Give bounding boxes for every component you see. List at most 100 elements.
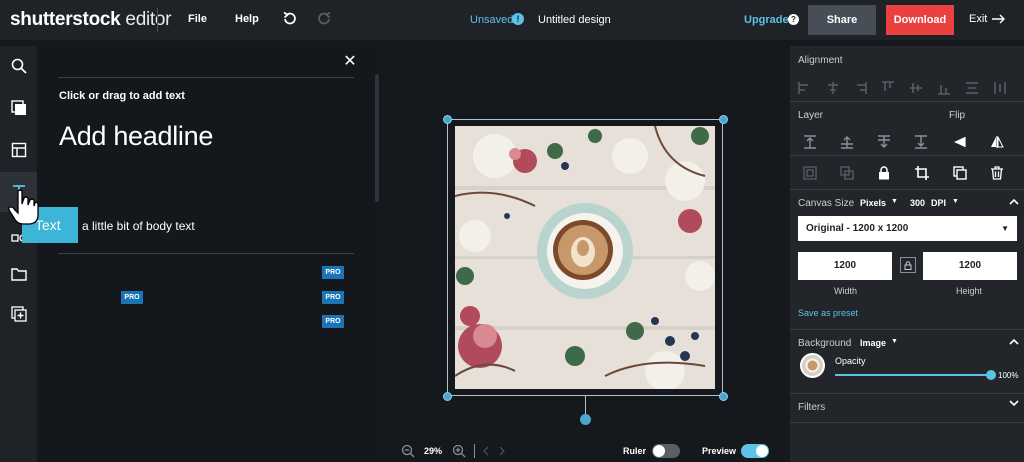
folder-icon	[10, 268, 27, 281]
align-left-icon[interactable]	[798, 81, 812, 95]
flip-title: Flip	[949, 110, 966, 121]
flip-horizontal-icon[interactable]	[953, 135, 967, 149]
file-menu[interactable]: File	[188, 13, 207, 25]
width-label: Width	[834, 286, 858, 296]
divider	[157, 8, 158, 32]
rotate-line	[585, 396, 586, 414]
distribute-vertical-icon[interactable]	[965, 81, 979, 95]
text-panel: ✕ Click or drag to add text Add headline…	[22, 46, 382, 462]
chevron-up-icon[interactable]	[1009, 197, 1019, 207]
divider	[790, 393, 1024, 394]
latte-thumbnail-image	[805, 358, 820, 373]
share-button[interactable]: Share	[808, 5, 876, 35]
app-logo[interactable]: shutterstock editor	[10, 9, 171, 31]
undo-icon[interactable]	[281, 10, 299, 28]
unit-select[interactable]: Pixels	[860, 198, 886, 208]
filters-title[interactable]: Filters	[798, 402, 825, 413]
rail-uploads[interactable]	[0, 254, 37, 294]
chevron-down-icon[interactable]: ▼	[891, 198, 898, 205]
exit-label: Exit	[969, 13, 988, 25]
flip-vertical-icon[interactable]	[990, 135, 1004, 149]
chevron-down-icon[interactable]	[1009, 398, 1019, 408]
resize-handle[interactable]	[719, 392, 728, 401]
align-top-icon[interactable]	[881, 81, 895, 95]
bring-forward-icon[interactable]	[840, 135, 854, 149]
resize-handle[interactable]	[443, 115, 452, 124]
background-thumbnail[interactable]	[800, 353, 825, 378]
resize-handle[interactable]	[719, 115, 728, 124]
design-name[interactable]: Untitled design	[538, 14, 611, 26]
rotate-handle[interactable]	[580, 414, 591, 425]
zoom-in-icon[interactable]	[452, 444, 466, 458]
divider	[790, 101, 1024, 102]
question-icon[interactable]: ?	[788, 14, 799, 25]
duplicate-icon[interactable]	[953, 166, 967, 180]
aspect-lock[interactable]	[900, 257, 916, 273]
send-to-back-icon[interactable]	[914, 135, 928, 149]
caret-down-icon: ▼	[1001, 224, 1009, 233]
download-button[interactable]: Download	[886, 5, 954, 35]
panel-hint: Click or drag to add text	[59, 90, 185, 102]
width-input[interactable]: 1200	[798, 252, 892, 280]
pro-badge: PRO	[121, 291, 143, 304]
zoom-level: 29%	[424, 446, 443, 456]
lock-icon[interactable]	[877, 166, 891, 180]
height-input[interactable]: 1200	[923, 252, 1017, 280]
chevron-down-icon[interactable]: ▼	[891, 338, 898, 345]
send-backward-icon[interactable]	[877, 135, 891, 149]
opacity-slider-handle[interactable]	[986, 370, 996, 380]
alignment-title: Alignment	[798, 55, 843, 66]
upgrade-link[interactable]: Upgrade	[744, 14, 789, 26]
bring-to-front-icon[interactable]	[803, 135, 817, 149]
rail-search[interactable]	[0, 46, 37, 86]
resize-handle[interactable]	[443, 392, 452, 401]
canvas-preset-select[interactable]: Original - 1200 x 1200 ▼	[798, 216, 1017, 241]
align-bottom-icon[interactable]	[937, 81, 951, 95]
chevron-right-icon[interactable]	[498, 446, 506, 456]
ruler-toggle[interactable]	[652, 444, 680, 458]
chevron-left-icon[interactable]	[482, 446, 490, 456]
redo-icon[interactable]	[315, 10, 333, 28]
crop-icon[interactable]	[915, 166, 929, 180]
divider	[58, 77, 354, 78]
trash-icon[interactable]	[990, 166, 1004, 180]
rail-add[interactable]	[0, 294, 37, 334]
chevron-up-icon[interactable]	[1009, 337, 1019, 347]
opacity-label: Opacity	[835, 356, 866, 366]
pro-badge: PRO	[322, 291, 344, 304]
add-headline-item[interactable]: Add headline	[59, 121, 213, 152]
top-bar: shutterstock editor File Help Unsaved ! …	[0, 0, 1024, 40]
background-type-select[interactable]: Image	[860, 338, 886, 348]
align-center-icon[interactable]	[826, 81, 840, 95]
search-icon	[11, 58, 27, 74]
close-icon[interactable]: ✕	[342, 54, 358, 70]
selection-frame[interactable]	[447, 119, 723, 396]
add-body-text-item[interactable]: a little bit of body text	[82, 219, 195, 233]
save-preset-link[interactable]: Save as preset	[798, 308, 858, 318]
zoom-out-icon[interactable]	[401, 444, 415, 458]
ungroup-icon[interactable]	[840, 166, 854, 180]
pro-badge: PRO	[322, 266, 344, 279]
rail-layout[interactable]	[0, 130, 37, 170]
align-middle-icon[interactable]	[909, 81, 923, 95]
panel-scrollbar[interactable]	[375, 74, 379, 202]
exit-button[interactable]: Exit	[969, 13, 1006, 25]
preview-toggle[interactable]	[741, 444, 769, 458]
layout-icon	[11, 142, 26, 158]
dpi-value[interactable]: 300	[910, 198, 925, 208]
add-image-icon	[10, 306, 27, 322]
opacity-slider-track[interactable]	[835, 374, 991, 376]
preset-value: Original - 1200 x 1200	[806, 223, 909, 234]
left-rail	[0, 46, 37, 462]
preview-label: Preview	[702, 446, 737, 456]
info-icon[interactable]: !	[512, 13, 524, 25]
group-icon[interactable]	[803, 166, 817, 180]
distribute-horizontal-icon[interactable]	[993, 81, 1007, 95]
templates-icon	[10, 100, 26, 115]
align-right-icon[interactable]	[853, 81, 867, 95]
pro-badge: PRO	[322, 315, 344, 328]
chevron-down-icon[interactable]: ▼	[952, 198, 959, 205]
help-menu[interactable]: Help	[235, 13, 259, 25]
rail-templates[interactable]	[0, 88, 37, 128]
background-title: Background	[798, 338, 852, 349]
